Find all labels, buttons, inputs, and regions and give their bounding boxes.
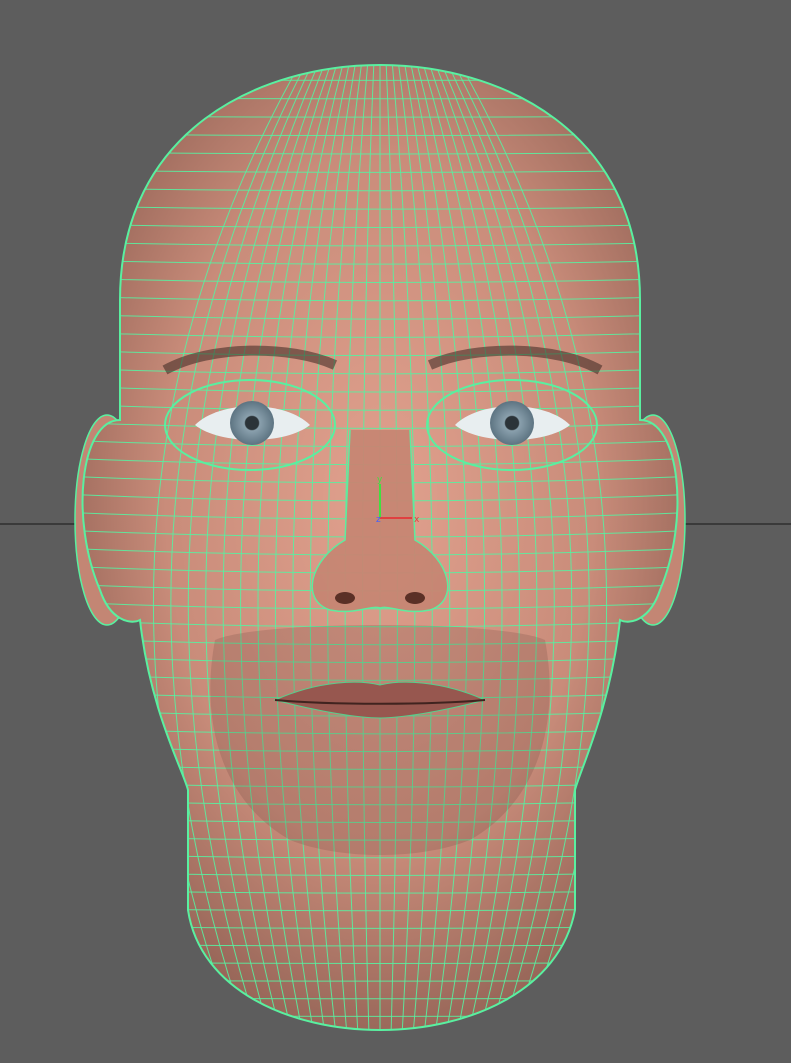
axis-label-x: x	[414, 515, 420, 525]
axis-label-y: y	[377, 475, 383, 485]
head-mesh[interactable]	[60, 60, 700, 1035]
3d-viewport[interactable]: y z x	[0, 0, 791, 1063]
axis-label-z: z	[376, 515, 381, 525]
